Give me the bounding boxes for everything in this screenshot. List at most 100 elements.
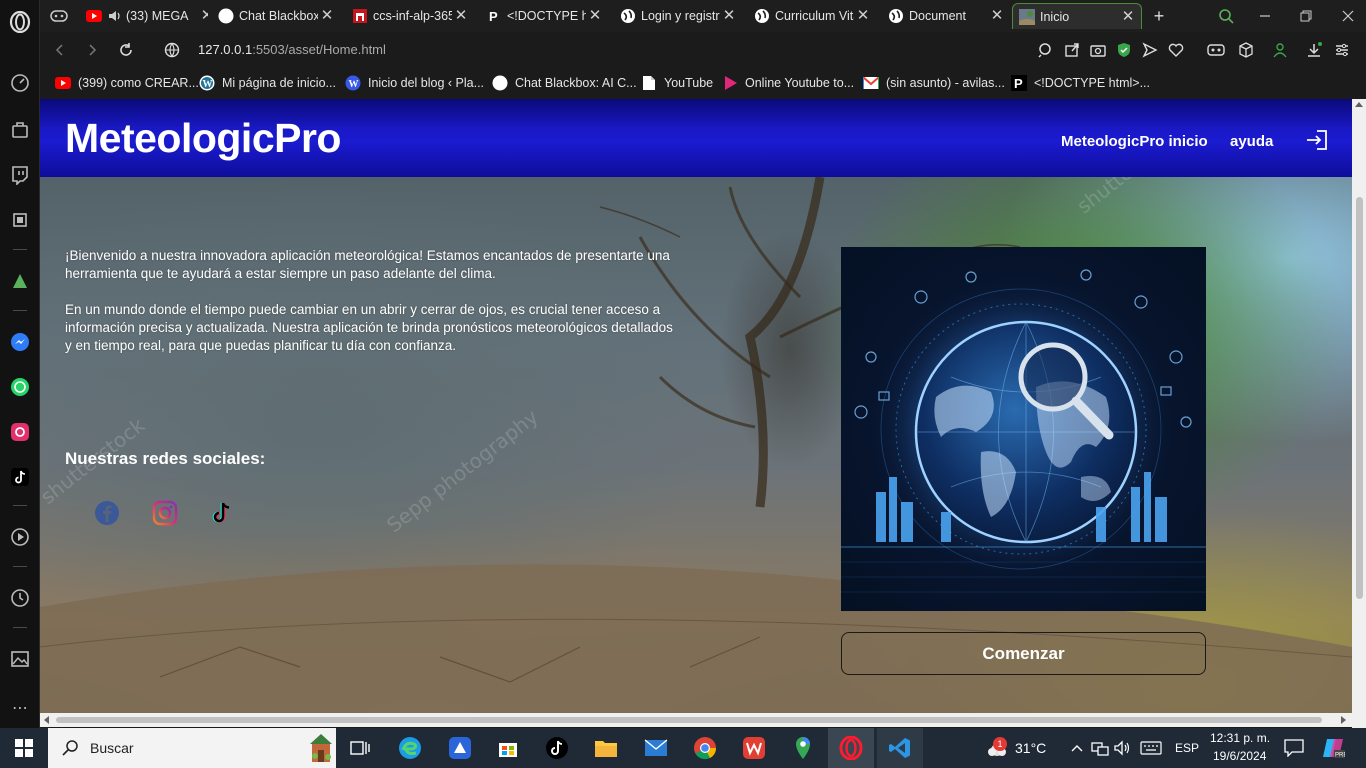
search-icon[interactable] bbox=[1036, 40, 1056, 60]
bookmark-2[interactable]: W Inicio del blog ‹ Pla... bbox=[345, 74, 484, 92]
window-close-icon[interactable] bbox=[1338, 6, 1358, 26]
chip-icon[interactable] bbox=[9, 209, 31, 231]
shield-icon[interactable] bbox=[1114, 40, 1134, 60]
task-view-icon[interactable] bbox=[348, 736, 372, 760]
scrollbar-thumb[interactable] bbox=[56, 717, 1322, 723]
scroll-up-icon[interactable] bbox=[1355, 101, 1363, 107]
close-icon[interactable]: ✕ bbox=[720, 7, 738, 25]
site-info-icon[interactable] bbox=[162, 40, 182, 60]
reload-icon[interactable] bbox=[116, 40, 136, 60]
network-icon[interactable] bbox=[1088, 736, 1112, 760]
tab-7-active[interactable]: Inicio ✕ bbox=[1012, 3, 1142, 29]
bookmark-7[interactable]: P <!DOCTYPE html>... bbox=[1011, 74, 1150, 92]
tab-search-icon[interactable] bbox=[1216, 6, 1236, 26]
scroll-right-icon[interactable] bbox=[1341, 716, 1347, 724]
tab-3[interactable]: P <!DOCTYPE htm ✕ bbox=[480, 3, 608, 29]
edge-icon[interactable] bbox=[398, 736, 422, 760]
close-icon[interactable]: ✕ bbox=[452, 7, 470, 25]
opera-taskbar-icon[interactable] bbox=[828, 728, 874, 768]
nav-link-home[interactable]: MeteologicPro inicio bbox=[1061, 133, 1208, 150]
store-icon[interactable] bbox=[496, 736, 520, 760]
bookmark-4[interactable]: YouTube bbox=[641, 74, 713, 92]
aria-icon[interactable] bbox=[9, 270, 31, 292]
close-icon[interactable]: ✕ bbox=[586, 7, 604, 25]
volume-icon[interactable] bbox=[1111, 736, 1135, 760]
tab-6[interactable]: Document ✕ bbox=[882, 3, 1010, 29]
whatsapp-icon[interactable] bbox=[9, 376, 31, 398]
chrome-icon[interactable] bbox=[693, 736, 717, 760]
vscode-icon[interactable] bbox=[877, 728, 923, 768]
tab-4[interactable]: Login y registro ✕ bbox=[614, 3, 742, 29]
wps-icon[interactable] bbox=[742, 736, 766, 760]
scrollbar-thumb[interactable] bbox=[1356, 197, 1363, 599]
nav-link-help[interactable]: ayuda bbox=[1230, 133, 1273, 150]
speed-dial-icon[interactable] bbox=[9, 72, 31, 94]
taskbar-search[interactable]: Buscar bbox=[48, 728, 336, 768]
download-icon[interactable] bbox=[1304, 40, 1324, 60]
bookmark-3[interactable]: Chat Blackbox: AI C... bbox=[492, 74, 637, 92]
bookmark-0[interactable]: (399) como CREAR... bbox=[55, 74, 199, 92]
new-tab-icon[interactable]: + bbox=[1149, 6, 1169, 26]
tab-5[interactable]: Curriculum Vita ✕ bbox=[748, 3, 876, 29]
messenger-icon[interactable] bbox=[9, 331, 31, 353]
gallery-icon[interactable] bbox=[9, 648, 31, 670]
easy-setup-icon[interactable] bbox=[1332, 40, 1352, 60]
instagram-icon[interactable] bbox=[9, 421, 31, 443]
notifications-icon[interactable] bbox=[1282, 736, 1306, 760]
login-icon[interactable] bbox=[1305, 128, 1329, 152]
vpn-icon[interactable] bbox=[1206, 40, 1226, 60]
language-indicator[interactable]: ESP bbox=[1175, 741, 1199, 755]
heart-icon[interactable] bbox=[1166, 40, 1186, 60]
tab-2[interactable]: ccs-inf-alp-365 ✕ bbox=[346, 3, 474, 29]
opera-logo-icon[interactable] bbox=[9, 11, 31, 33]
more-icon[interactable]: ⋯ bbox=[9, 697, 31, 719]
history-icon[interactable] bbox=[9, 587, 31, 609]
address-bar[interactable]: 127.0.0.1:5503/asset/Home.html bbox=[198, 42, 386, 57]
file-explorer-icon[interactable] bbox=[594, 736, 618, 760]
site-logo[interactable]: MeteologicPro bbox=[65, 115, 341, 162]
app-icon[interactable] bbox=[448, 736, 472, 760]
close-icon[interactable]: ✕ bbox=[318, 7, 336, 25]
tab-0-close[interactable]: ✕ bbox=[192, 3, 208, 29]
tiktok-icon[interactable] bbox=[545, 736, 569, 760]
minimize-icon[interactable] bbox=[1255, 6, 1275, 26]
mail-icon[interactable] bbox=[644, 736, 668, 760]
clock-date[interactable]: 19/6/2024 bbox=[1213, 749, 1266, 763]
facebook-icon[interactable] bbox=[93, 499, 121, 527]
speaker-icon[interactable] bbox=[107, 8, 123, 24]
start-button[interactable]: Comenzar bbox=[841, 632, 1206, 675]
forward-icon[interactable] bbox=[82, 40, 102, 60]
chevron-up-icon[interactable] bbox=[1065, 736, 1089, 760]
bookmark-6[interactable]: (sin asunto) - avilas... bbox=[863, 74, 1005, 92]
close-icon[interactable]: ✕ bbox=[854, 7, 872, 25]
profile-icon[interactable] bbox=[1270, 40, 1290, 60]
instagram-icon[interactable] bbox=[151, 499, 179, 527]
tiktok-icon[interactable] bbox=[9, 466, 31, 488]
player-icon[interactable] bbox=[9, 526, 31, 548]
copilot-icon[interactable]: PRE bbox=[1321, 736, 1345, 760]
tab-1[interactable]: Chat Blackbox ✕ bbox=[212, 3, 340, 29]
close-icon[interactable]: ✕ bbox=[988, 7, 1006, 25]
share-icon[interactable] bbox=[1062, 40, 1082, 60]
box-icon[interactable] bbox=[1236, 40, 1256, 60]
bookmark-1[interactable]: W Mi página de inicio... bbox=[199, 74, 336, 92]
vertical-scrollbar[interactable] bbox=[1352, 99, 1366, 713]
restore-icon[interactable] bbox=[1296, 6, 1316, 26]
bookmark-5[interactable]: Online Youtube to... bbox=[722, 74, 854, 92]
back-icon[interactable] bbox=[50, 40, 70, 60]
weather-temperature[interactable]: 31°C bbox=[1015, 740, 1046, 756]
clock-time[interactable]: 12:31 p. m. bbox=[1210, 731, 1270, 745]
send-icon[interactable] bbox=[1140, 40, 1160, 60]
horizontal-scrollbar[interactable] bbox=[40, 713, 1352, 727]
workspaces-icon[interactable] bbox=[44, 3, 80, 29]
twitch-icon[interactable] bbox=[9, 164, 31, 186]
close-icon[interactable]: ✕ bbox=[1119, 8, 1137, 26]
tiktok-icon[interactable] bbox=[208, 499, 236, 527]
bag-icon[interactable] bbox=[9, 118, 31, 140]
close-icon[interactable]: ✕ bbox=[198, 7, 208, 25]
maps-icon[interactable] bbox=[791, 736, 815, 760]
scroll-left-icon[interactable] bbox=[43, 716, 49, 724]
keyboard-icon[interactable] bbox=[1139, 736, 1163, 760]
windows-start-icon[interactable] bbox=[12, 736, 36, 760]
snapshot-icon[interactable] bbox=[1088, 40, 1108, 60]
